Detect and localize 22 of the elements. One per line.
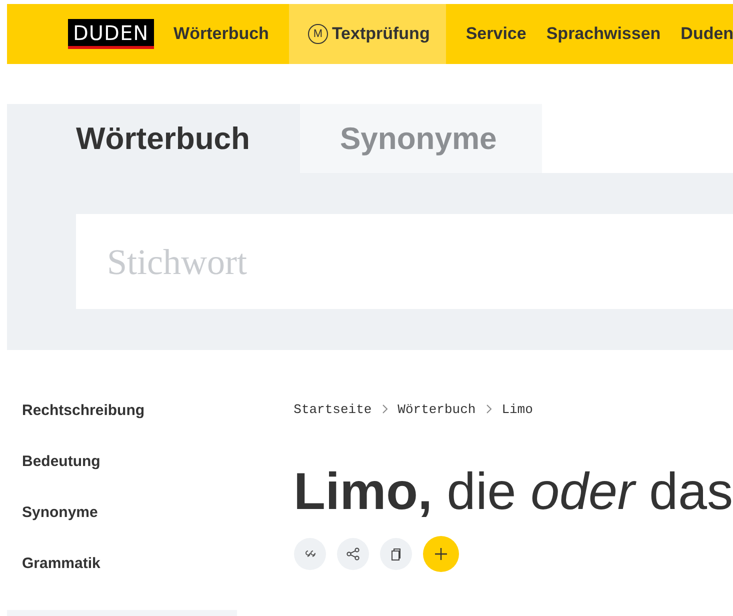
- chevron-icon: [380, 404, 389, 414]
- nav-link[interactable]: Service: [456, 4, 536, 64]
- m-badge-icon: M: [308, 24, 328, 44]
- headword-title: Limo, die oder das: [294, 462, 733, 522]
- breadcrumb-link[interactable]: Wörterbuch: [398, 402, 476, 416]
- breadcrumb-link[interactable]: Limo: [502, 402, 533, 416]
- share-icon: [344, 545, 362, 563]
- chevron-icon: [484, 404, 493, 414]
- nav-link[interactable]: Wörterbuch: [164, 4, 279, 64]
- nav-link[interactable]: Sprachwissen: [536, 4, 671, 64]
- sidebar-link[interactable]: Synonyme: [22, 502, 237, 553]
- quote-button[interactable]: [294, 538, 326, 570]
- share-button[interactable]: [336, 538, 369, 570]
- sidebar-link[interactable]: Rechtschreibung: [22, 400, 237, 451]
- sidebar-link[interactable]: Grammatik: [22, 553, 237, 604]
- search-tab[interactable]: Wörterbuch: [7, 104, 300, 173]
- duden-logo[interactable]: DUDEN: [68, 19, 154, 49]
- nav-link[interactable]: Duden: [670, 4, 733, 64]
- breadcrumb-link[interactable]: Startseite: [294, 402, 372, 416]
- copy-button[interactable]: [380, 538, 412, 570]
- nav-link[interactable]: M Textprüfung: [288, 4, 446, 64]
- sidebar-link[interactable]: Bedeutung: [22, 451, 237, 502]
